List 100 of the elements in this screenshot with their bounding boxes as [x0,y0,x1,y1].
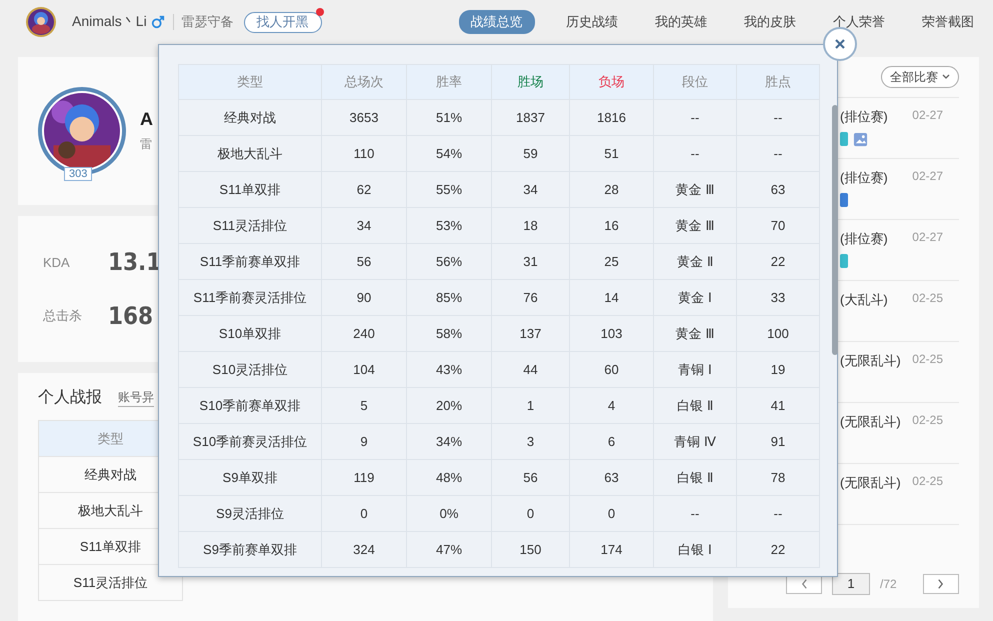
stat-label: KDA [43,254,71,270]
table-cell: 63 [736,172,819,207]
table-cell: 34 [321,208,406,243]
table-cell: 34 [491,172,569,207]
nav-tab[interactable]: 历史战绩 [548,10,637,34]
close-icon [833,37,847,51]
nickname: Animals丶Li [72,13,147,31]
table-cell: -- [736,100,819,135]
table-cell: -- [653,100,736,135]
column-header: 段位 [653,65,736,99]
match-mode: (大乱斗) [840,291,888,309]
table-cell: 0% [406,496,491,531]
table-cell: 240 [321,316,406,351]
table-cell: 16 [569,208,653,243]
section-title: 个人战报 [38,388,102,408]
table-cell: 22 [736,244,819,279]
match-date: 02-27 [912,230,944,246]
table-cell: 174 [569,532,653,567]
stat-value: 168 [108,302,154,330]
table-cell: -- [653,496,736,531]
caret-icon [942,74,950,80]
close-button[interactable] [823,27,857,61]
table-cell: 60 [569,352,653,387]
table-cell: 51% [406,100,491,135]
chevron-right-icon [936,578,946,590]
table-cell: 黄金 Ⅲ [653,208,736,243]
table-cell: -- [736,136,819,171]
page-total: /72 [880,577,897,591]
stat-label: 总击杀 [43,307,83,325]
column-header: 胜点 [736,65,819,99]
table-cell: 90 [321,280,406,315]
table-cell: 3653 [321,100,406,135]
account-link[interactable]: 账号异 [118,388,154,406]
match-mode: (无限乱斗) [840,474,901,492]
table-cell: 85% [406,280,491,315]
column-header: 胜场 [491,65,569,99]
table-cell: 62 [321,172,406,207]
column-header: 类型 [236,73,264,91]
table-cell: 青铜 Ⅳ [653,424,736,459]
level-badge: 303 [64,167,92,181]
table-cell: 5 [321,388,406,423]
table-cell: 54% [406,136,491,171]
table-cell: 黄金 Ⅲ [653,172,736,207]
match-filter-dropdown[interactable]: 全部比赛 [881,66,959,88]
table-cell-text: S11季前赛单双排 [198,252,302,270]
table-cell: 6 [569,424,653,459]
table-cell: 3 [491,424,569,459]
scrollbar[interactable] [832,105,838,355]
table-cell: 19 [736,352,819,387]
server-name: 雷 [140,136,153,153]
table-cell: 56 [321,244,406,279]
table-cell: 48% [406,460,491,495]
match-date: 02-25 [912,474,944,490]
nav-tab[interactable]: 个人荣誉 [814,10,904,34]
table-cell: 0 [321,496,406,531]
table-cell: 白银 Ⅱ [653,388,736,423]
nav-tab[interactable]: 荣誉截图 [904,10,993,34]
table-cell-text: S11灵活排位 [212,216,288,234]
table-cell: 1837 [491,100,569,135]
match-mode: (排位赛) [840,169,888,187]
table-cell: 104 [321,352,406,387]
table-cell: 18 [491,208,569,243]
match-mode: (排位赛) [840,230,888,248]
nav-tab[interactable]: 战绩总览 [458,10,535,34]
table-cell: 53% [406,208,491,243]
next-page-button[interactable] [922,574,959,594]
table-cell: 76 [491,280,569,315]
image-icon[interactable] [853,132,868,147]
table-cell-text: S10季前赛灵活排位 [192,432,308,450]
male-icon [150,15,165,29]
table-cell-text: S10单双排 [218,324,282,342]
nav-tab[interactable]: 我的皮肤 [726,10,815,34]
match-mode: (无限乱斗) [840,413,901,431]
table-cell: 324 [321,532,406,567]
table-cell-text: S9单双排 [222,468,278,486]
match-date: 02-25 [912,413,944,429]
table-cell: 34% [406,424,491,459]
page-number-field[interactable]: 1 [832,573,870,595]
table-cell: 51 [569,136,653,171]
table-cell: 31 [491,244,569,279]
player-name: A [140,109,153,130]
table-cell: 0 [491,496,569,531]
table-cell: 14 [569,280,653,315]
table-cell: 44 [491,352,569,387]
table-cell: 100 [736,316,819,351]
table-cell: 103 [569,316,653,351]
table-cell: 43% [406,352,491,387]
column-header: 胜率 [406,65,491,99]
nav-tab[interactable]: 我的英雄 [636,10,726,34]
table-cell-text: S9灵活排位 [215,504,285,522]
table-cell-text: S9季前赛单双排 [202,540,298,558]
table-cell: 33 [736,280,819,315]
table-cell: 59 [491,136,569,171]
table-cell-text: S11季前赛灵活排位 [192,288,308,306]
match-date: 02-25 [912,291,944,307]
table-cell: 28 [569,172,653,207]
table-cell: 78 [736,460,819,495]
table-cell: 91 [736,424,819,459]
column-header: 总场次 [321,65,406,99]
table-cell: 63 [569,460,653,495]
